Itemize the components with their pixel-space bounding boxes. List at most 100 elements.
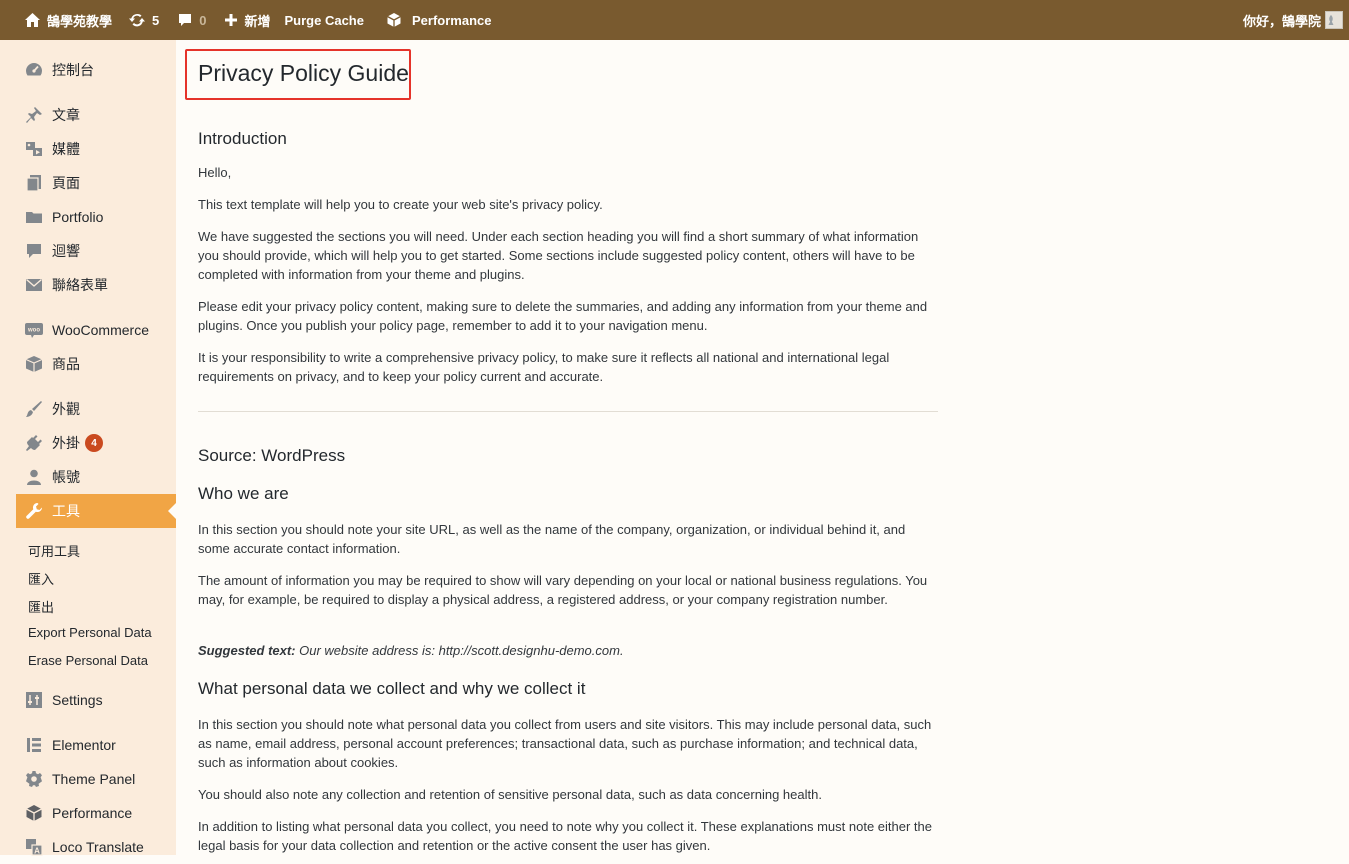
menu-posts-label: 文章 — [52, 107, 80, 123]
menu-contact-form-label: 聯絡表單 — [52, 277, 108, 293]
dashboard-icon — [24, 60, 44, 80]
media-icon — [24, 139, 44, 159]
menu-dashboard[interactable]: 控制台 — [16, 53, 176, 87]
purge-cache-link[interactable]: Purge Cache — [279, 0, 372, 40]
intro-paragraph-sections: We have suggested the sections you will … — [198, 229, 919, 282]
menu-plugins-label: 外掛 — [52, 435, 80, 451]
mail-icon — [24, 275, 44, 295]
menu-plugins[interactable]: 外掛 4 — [16, 426, 176, 460]
submenu-available-tools[interactable]: 可用工具 — [28, 541, 80, 560]
admin-sidebar: 控制台 文章 媒體 頁面 Portfolio 迴響 聯絡表單 woo WooCo… — [0, 40, 176, 856]
who-paragraph-regulations: The amount of information you may be req… — [198, 573, 928, 607]
svg-text:A: A — [34, 847, 40, 856]
section-heading-who-we-are: Who we are — [198, 484, 289, 503]
menu-portfolio-label: Portfolio — [52, 209, 104, 225]
menu-loco-translate[interactable]: A Loco Translate — [16, 830, 176, 864]
collect-paragraph-sensitive-data: You should also note any collection and … — [198, 787, 822, 802]
menu-elementor-label: Elementor — [52, 737, 116, 753]
menu-theme-panel-label: Theme Panel — [52, 771, 136, 787]
refresh-icon — [129, 13, 146, 27]
menu-performance[interactable]: Performance — [16, 796, 176, 830]
menu-pages[interactable]: 頁面 — [16, 166, 176, 200]
section-heading-introduction: Introduction — [198, 129, 287, 148]
comments-count: 0 — [199, 12, 207, 28]
menu-settings[interactable]: Settings — [16, 683, 176, 717]
menu-products[interactable]: 商品 — [16, 347, 176, 381]
submenu-erase-personal-data[interactable]: Erase Personal Data — [28, 653, 148, 668]
menu-comments[interactable]: 迴響 — [16, 234, 176, 268]
menu-woocommerce[interactable]: woo WooCommerce — [16, 313, 176, 347]
avatar — [1325, 11, 1343, 29]
woo-icon: woo — [24, 320, 44, 340]
greeting: 你好，鵠學院 — [1242, 13, 1321, 29]
menu-portfolio[interactable]: Portfolio — [16, 200, 176, 234]
menu-tools-label: 工具 — [52, 503, 80, 519]
comment-icon — [179, 14, 192, 26]
menu-media-label: 媒體 — [52, 141, 80, 157]
menu-comments-label: 迴響 — [52, 243, 80, 259]
menu-theme-panel[interactable]: Theme Panel — [16, 762, 176, 796]
menu-products-label: 商品 — [52, 356, 80, 372]
updates-link[interactable]: 5 — [120, 0, 167, 40]
menu-woocommerce-label: WooCommerce — [52, 322, 149, 338]
menu-tools[interactable]: 工具 — [16, 494, 176, 528]
my-account-link[interactable]: 你好，鵠學院 — [1235, 0, 1343, 40]
who-paragraph-site-url: In this section you should note your sit… — [198, 522, 906, 556]
new-content-link[interactable]: 新增 — [214, 0, 278, 40]
purge-cache-label: Purge Cache — [284, 12, 364, 28]
new-label: 新增 — [244, 13, 271, 29]
submenu-export[interactable]: 匯出 — [28, 597, 54, 616]
plugin-icon — [24, 433, 44, 453]
menu-contact-form[interactable]: 聯絡表單 — [16, 268, 176, 302]
intro-paragraph-template: This text template will help you to crea… — [198, 197, 603, 212]
plugin-updates-badge: 4 — [85, 434, 103, 452]
menu-appearance[interactable]: 外觀 — [16, 392, 176, 426]
submenu-export-personal-data[interactable]: Export Personal Data — [28, 625, 152, 640]
section-heading-personal-data: What personal data we collect and why we… — [198, 679, 586, 698]
performance-link[interactable]: Performance — [372, 0, 499, 40]
site-name-link[interactable]: 鵠學苑教學 — [0, 0, 120, 40]
intro-paragraph-hello: Hello, — [198, 165, 232, 180]
page-icon — [24, 173, 44, 193]
collect-paragraph-reasons: In addition to listing what personal dat… — [198, 819, 932, 853]
menu-posts[interactable]: 文章 — [16, 98, 176, 132]
translate-icon: A — [24, 837, 44, 857]
page-title: Privacy Policy Guide — [198, 60, 409, 86]
menu-users[interactable]: 帳號 — [16, 460, 176, 494]
menu-settings-label: Settings — [52, 692, 103, 708]
svg-text:woo: woo — [27, 328, 40, 334]
menu-dashboard-label: 控制台 — [52, 62, 94, 78]
submenu-import[interactable]: 匯入 — [28, 569, 54, 588]
menu-appearance-label: 外觀 — [52, 401, 80, 417]
settings-icon — [24, 690, 44, 710]
comments-link[interactable]: 0 — [167, 0, 214, 40]
site-name: 鵠學苑教學 — [47, 13, 113, 29]
comment-icon — [24, 241, 44, 261]
intro-paragraph-responsibility: It is your responsibility to write a com… — [198, 350, 890, 384]
menu-loco-translate-label: Loco Translate — [52, 839, 144, 855]
brush-icon — [24, 399, 44, 419]
menu-pages-label: 頁面 — [52, 175, 80, 191]
box-icon — [24, 354, 44, 374]
elementor-icon — [24, 735, 44, 755]
cube-icon — [387, 13, 401, 27]
section-divider — [198, 411, 938, 412]
wrench-icon — [24, 501, 44, 521]
performance-label: Performance — [411, 12, 492, 28]
menu-media[interactable]: 媒體 — [16, 132, 176, 166]
section-heading-source: Source: WordPress — [198, 446, 346, 465]
plus-icon — [225, 14, 238, 26]
cube-icon — [24, 803, 44, 823]
pin-icon — [24, 105, 44, 125]
gear-icon — [24, 769, 44, 789]
menu-elementor[interactable]: Elementor — [16, 728, 176, 762]
avatar-image-icon — [1328, 15, 1334, 25]
home-icon — [25, 13, 40, 27]
admin-bar: 鵠學苑教學 5 0 新增 Purge Cache Performance 你好，… — [0, 0, 1349, 40]
menu-performance-label: Performance — [52, 805, 133, 821]
suggested-text-label: Suggested text: — [198, 643, 296, 658]
collect-paragraph-personal-data: In this section you should note what per… — [198, 717, 932, 770]
suggested-text-content: Our website address is: http://scott.des… — [299, 643, 624, 658]
user-icon — [24, 467, 44, 487]
suggested-text-paragraph: Suggested text: Our website address is: … — [198, 641, 624, 660]
